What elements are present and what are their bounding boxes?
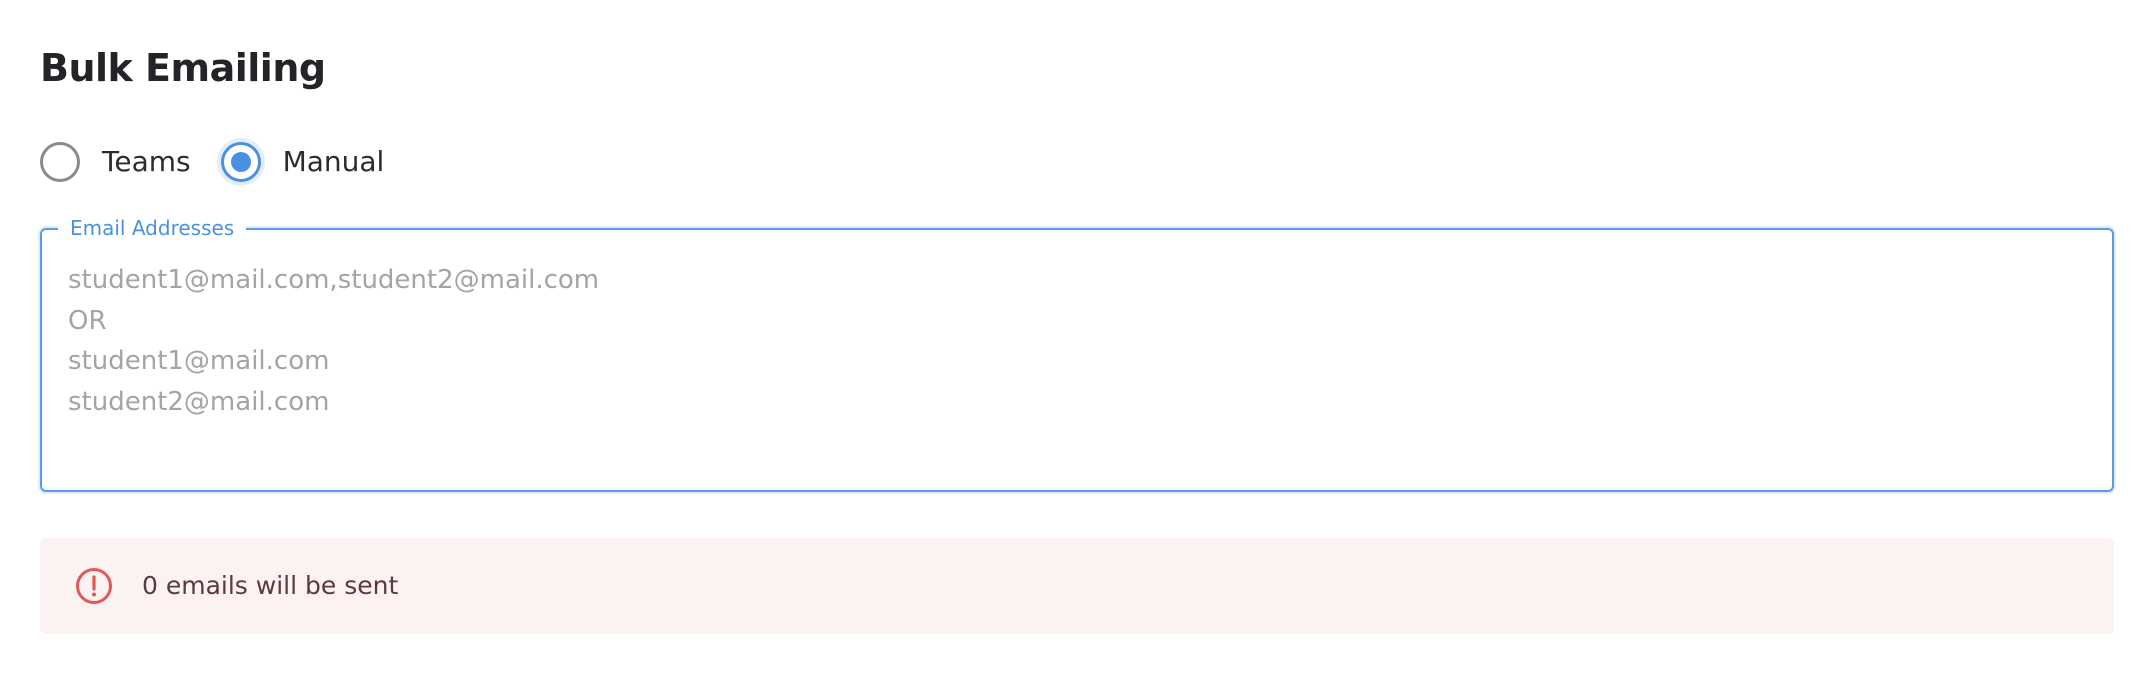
email-addresses-textarea[interactable] [68, 260, 2068, 470]
email-addresses-label: Email Addresses [58, 214, 247, 242]
manual-radio-button[interactable] [220, 142, 261, 182]
page-title: Bulk Emailing [40, 46, 326, 90]
radio-option-teams[interactable]: Teams [40, 142, 191, 182]
email-count-alert: 0 emails will be sent [40, 538, 2114, 634]
email-addresses-field[interactable]: Email Addresses [40, 214, 2114, 492]
teams-radio-button[interactable] [40, 142, 80, 182]
radio-selected-dot [230, 152, 251, 172]
email-count-message: 0 emails will be sent [142, 571, 399, 600]
recipient-mode-radio-group: Teams Manual [40, 140, 384, 184]
bulk-emailing-panel: Bulk Emailing Teams Manual Email Address… [0, 0, 2144, 680]
alert-circle-icon [76, 568, 112, 604]
radio-option-manual[interactable]: Manual [220, 142, 385, 182]
manual-radio-label[interactable]: Manual [283, 142, 385, 182]
teams-radio-label[interactable]: Teams [102, 142, 191, 182]
